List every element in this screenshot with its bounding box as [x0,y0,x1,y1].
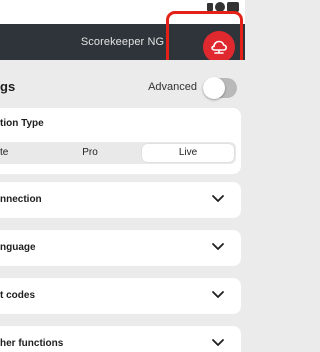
chevron-down-icon [212,291,224,298]
connection-type-card: tion Type te Pro Live [0,108,241,174]
section-label: t codes [0,290,36,301]
chevron-down-icon [212,243,224,250]
cloud-sync-icon [211,40,227,54]
section-label: nguage [0,242,36,253]
option-live[interactable]: Live [142,144,234,162]
toggle-knob [203,77,225,99]
settings-content: gs Advanced tion Type te Pro Live nnecti… [0,60,245,352]
settings-header: gs Advanced [0,76,245,100]
chevron-down-icon [212,339,224,346]
advanced-label: Advanced [148,81,197,93]
sync-button[interactable] [203,31,235,63]
advanced-toggle[interactable] [203,77,237,99]
page-title: gs [0,79,16,94]
chevron-down-icon [212,195,224,202]
language-section[interactable]: nguage [0,230,241,266]
connection-type-title: tion Type [0,118,44,129]
connection-type-selector: te Pro Live [0,142,236,164]
option-pro[interactable]: Pro [60,142,120,164]
signal-icon [207,3,213,11]
section-label: her functions [0,338,64,349]
option-lite[interactable]: te [0,142,40,164]
section-label: nnection [0,194,42,205]
other-functions-section[interactable]: her functions [0,326,241,352]
codes-section[interactable]: t codes [0,278,241,314]
connection-section[interactable]: nnection [0,182,241,218]
